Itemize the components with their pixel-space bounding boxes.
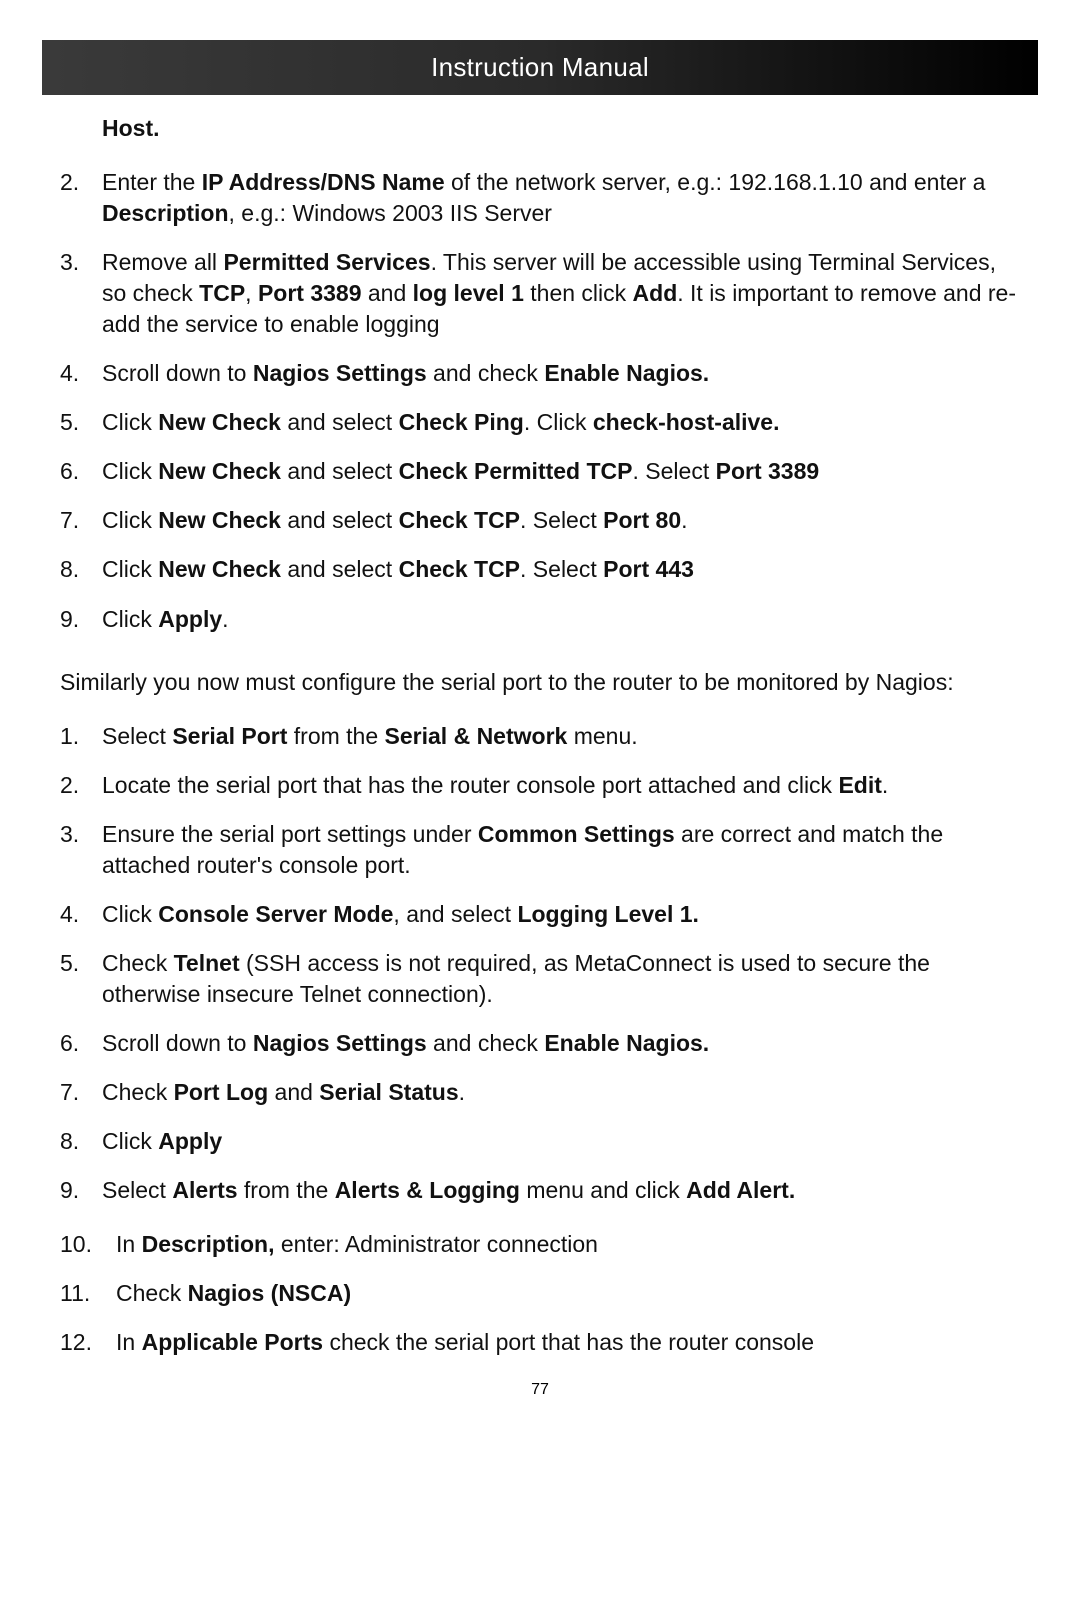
steps-list-2: Select Serial Port from the Serial & Net… — [60, 721, 1020, 1207]
bold-run: Telnet — [174, 950, 240, 976]
bold-run: TCP — [199, 280, 245, 306]
transition-paragraph: Similarly you now must configure the ser… — [60, 667, 1020, 698]
bold-run: New Check — [158, 458, 281, 484]
page-content: Host. Enter the IP Address/DNS Name of t… — [60, 113, 1020, 1358]
bold-run: Serial Status — [319, 1079, 458, 1105]
bold-run: Add Alert. — [686, 1177, 795, 1203]
step-item: Ensure the serial port settings under Co… — [60, 819, 1020, 881]
step-item: Click New Check and select Check Permitt… — [60, 456, 1020, 487]
bold-run: New Check — [158, 507, 281, 533]
steps-list-1: Enter the IP Address/DNS Name of the net… — [60, 167, 1020, 635]
bold-run: check-host-alive. — [593, 409, 780, 435]
bold-run: Alerts & Logging — [335, 1177, 520, 1203]
bold-run: Alerts — [172, 1177, 237, 1203]
bold-run: Edit — [838, 772, 881, 798]
bold-run: Logging Level 1. — [517, 901, 698, 927]
bold-run: Common Settings — [478, 821, 675, 847]
bold-run: Port 443 — [603, 556, 694, 582]
step-item: Click Console Server Mode, and select Lo… — [60, 899, 1020, 930]
bold-run: Console Server Mode — [158, 901, 393, 927]
step-item: In Description, enter: Administrator con… — [60, 1229, 1020, 1260]
bold-run: Apply — [158, 606, 222, 632]
page-number: 77 — [60, 1381, 1020, 1399]
bold-run: New Check — [158, 409, 281, 435]
bold-run: Nagios Settings — [253, 360, 427, 386]
step-item: In Applicable Ports check the serial por… — [60, 1327, 1020, 1358]
step-item: Check Nagios (NSCA) — [60, 1278, 1020, 1309]
step-item: Click Apply — [60, 1126, 1020, 1157]
bold-run: Description, — [142, 1231, 275, 1257]
bold-run: Port 80 — [603, 507, 681, 533]
bold-run: Enable Nagios. — [544, 360, 709, 386]
step-item: Click New Check and select Check TCP. Se… — [60, 554, 1020, 585]
step-item: Remove all Permitted Services. This serv… — [60, 247, 1020, 340]
bold-run: Port 3389 — [258, 280, 362, 306]
bold-run: Serial Port — [172, 723, 287, 749]
bold-run: Check Permitted TCP — [399, 458, 633, 484]
bold-run: Check Ping — [399, 409, 524, 435]
header-bar: Instruction Manual — [42, 40, 1038, 95]
step-item: Scroll down to Nagios Settings and check… — [60, 358, 1020, 389]
step-item: Click New Check and select Check TCP. Se… — [60, 505, 1020, 536]
step-item: Check Telnet (SSH access is not required… — [60, 948, 1020, 1010]
header-title: Instruction Manual — [431, 52, 649, 83]
bold-run: Check TCP — [399, 507, 520, 533]
bold-run: Nagios (NSCA) — [188, 1280, 352, 1306]
bold-run: Port Log — [174, 1079, 269, 1105]
bold-run: Permitted Services — [223, 249, 430, 275]
step-item: Check Port Log and Serial Status. — [60, 1077, 1020, 1108]
bold-run: Description — [102, 200, 229, 226]
bold-run: log level 1 — [413, 280, 524, 306]
bold-run: Apply — [158, 1128, 222, 1154]
bold-run: Add — [633, 280, 678, 306]
lead-host-line: Host. — [102, 113, 1020, 144]
bold-run: Applicable Ports — [142, 1329, 323, 1355]
bold-run: New Check — [158, 556, 281, 582]
step-item: Scroll down to Nagios Settings and check… — [60, 1028, 1020, 1059]
step-item: Select Alerts from the Alerts & Logging … — [60, 1175, 1020, 1206]
step-item: Enter the IP Address/DNS Name of the net… — [60, 167, 1020, 229]
bold-run: Enable Nagios. — [544, 1030, 709, 1056]
step-item: Locate the serial port that has the rout… — [60, 770, 1020, 801]
host-bold: Host — [102, 115, 153, 141]
bold-run: Check TCP — [399, 556, 520, 582]
bold-run: Nagios Settings — [253, 1030, 427, 1056]
bold-run: IP Address/DNS Name — [202, 169, 445, 195]
step-item: Select Serial Port from the Serial & Net… — [60, 721, 1020, 752]
steps-list-3: In Description, enter: Administrator con… — [60, 1229, 1020, 1358]
bold-run: Port 3389 — [716, 458, 820, 484]
host-period: . — [153, 115, 159, 141]
step-item: Click Apply. — [60, 604, 1020, 635]
bold-run: Serial & Network — [385, 723, 568, 749]
step-item: Click New Check and select Check Ping. C… — [60, 407, 1020, 438]
